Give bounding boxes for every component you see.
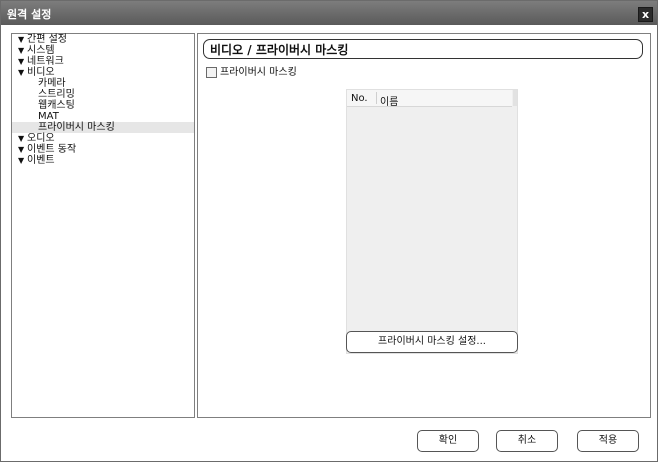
window-title: 원격 설정 xyxy=(7,8,52,21)
expand-arrow-icon: ▼ xyxy=(18,35,25,44)
tree-item-label: 오디오 xyxy=(27,133,55,144)
tree-item-label: 이벤트 동작 xyxy=(27,144,77,155)
tree-item-mat[interactable]: MAT xyxy=(12,111,194,122)
tree-item-label: 네트워크 xyxy=(27,56,64,67)
tree-item-label: 시스템 xyxy=(27,45,55,56)
settings-tree: ▼ 간편 설정 ▼ 시스템 ▼ 네트워크 ▼ 비디오 카메라 스트리밍 웹캐스팅 MAT… xyxy=(11,33,195,418)
tree-item-webcasting[interactable]: 웹캐스팅 xyxy=(12,100,194,111)
tree-item-network[interactable]: ▼ 네트워크 xyxy=(12,56,194,67)
tree-item-event[interactable]: ▼ 이벤트 xyxy=(12,155,194,166)
mask-list-header: No. 이름 xyxy=(347,90,512,108)
remote-settings-window: 원격 설정 x ▼ 간편 설정 ▼ 시스템 ▼ 네트워크 ▼ 비디오 카메라 스트리밍 … xyxy=(0,0,658,462)
tree-item-label: 간편 설정 xyxy=(27,34,67,45)
cancel-button[interactable]: 취소 xyxy=(496,430,558,452)
privacy-mask-settings-button[interactable]: 프라이버시 마스킹 설정... xyxy=(346,331,518,353)
expand-arrow-icon: ▼ xyxy=(18,156,25,165)
mask-list[interactable]: No. 이름 xyxy=(346,89,518,354)
expand-arrow-icon: ▼ xyxy=(18,145,25,154)
column-header-name[interactable]: 이름 xyxy=(380,93,398,108)
tree-item-quick-setup[interactable]: ▼ 간편 설정 xyxy=(12,34,194,45)
content-panel: 비디오 / 프라이버시 마스킹 프라이버시 마스킹 No. 이름 프라이버시 마… xyxy=(197,33,651,418)
list-scrollbar[interactable] xyxy=(513,90,517,106)
expand-arrow-icon: ▼ xyxy=(18,46,25,55)
tree-item-video[interactable]: ▼ 비디오 xyxy=(12,67,194,78)
close-button[interactable]: x xyxy=(638,7,653,22)
column-divider xyxy=(376,92,377,104)
expand-arrow-icon: ▼ xyxy=(18,57,25,66)
tree-item-label: 이벤트 xyxy=(27,155,55,166)
apply-button[interactable]: 적용 xyxy=(577,430,639,452)
expand-arrow-icon: ▼ xyxy=(18,134,25,143)
tree-item-privacy-masking[interactable]: 프라이버시 마스킹 xyxy=(12,122,194,133)
page-title: 비디오 / 프라이버시 마스킹 xyxy=(210,43,349,57)
tree-item-streaming[interactable]: 스트리밍 xyxy=(12,89,194,100)
expand-arrow-icon: ▼ xyxy=(18,68,25,77)
tree-item-label: 비디오 xyxy=(27,67,55,78)
tree-item-system[interactable]: ▼ 시스템 xyxy=(12,45,194,56)
privacy-masking-toggle-row[interactable]: 프라이버시 마스킹 xyxy=(206,67,297,79)
tree-item-camera[interactable]: 카메라 xyxy=(12,78,194,89)
section-header: 비디오 / 프라이버시 마스킹 xyxy=(203,39,643,59)
tree-item-audio[interactable]: ▼ 오디오 xyxy=(12,133,194,144)
privacy-masking-checkbox[interactable] xyxy=(206,67,217,78)
tree-item-event-action[interactable]: ▼ 이벤트 동작 xyxy=(12,144,194,155)
column-header-no[interactable]: No. xyxy=(351,93,368,104)
privacy-masking-checkbox-label: 프라이버시 마스킹 xyxy=(220,67,297,78)
ok-button[interactable]: 확인 xyxy=(417,430,479,452)
title-bar: 원격 설정 x xyxy=(1,1,657,25)
